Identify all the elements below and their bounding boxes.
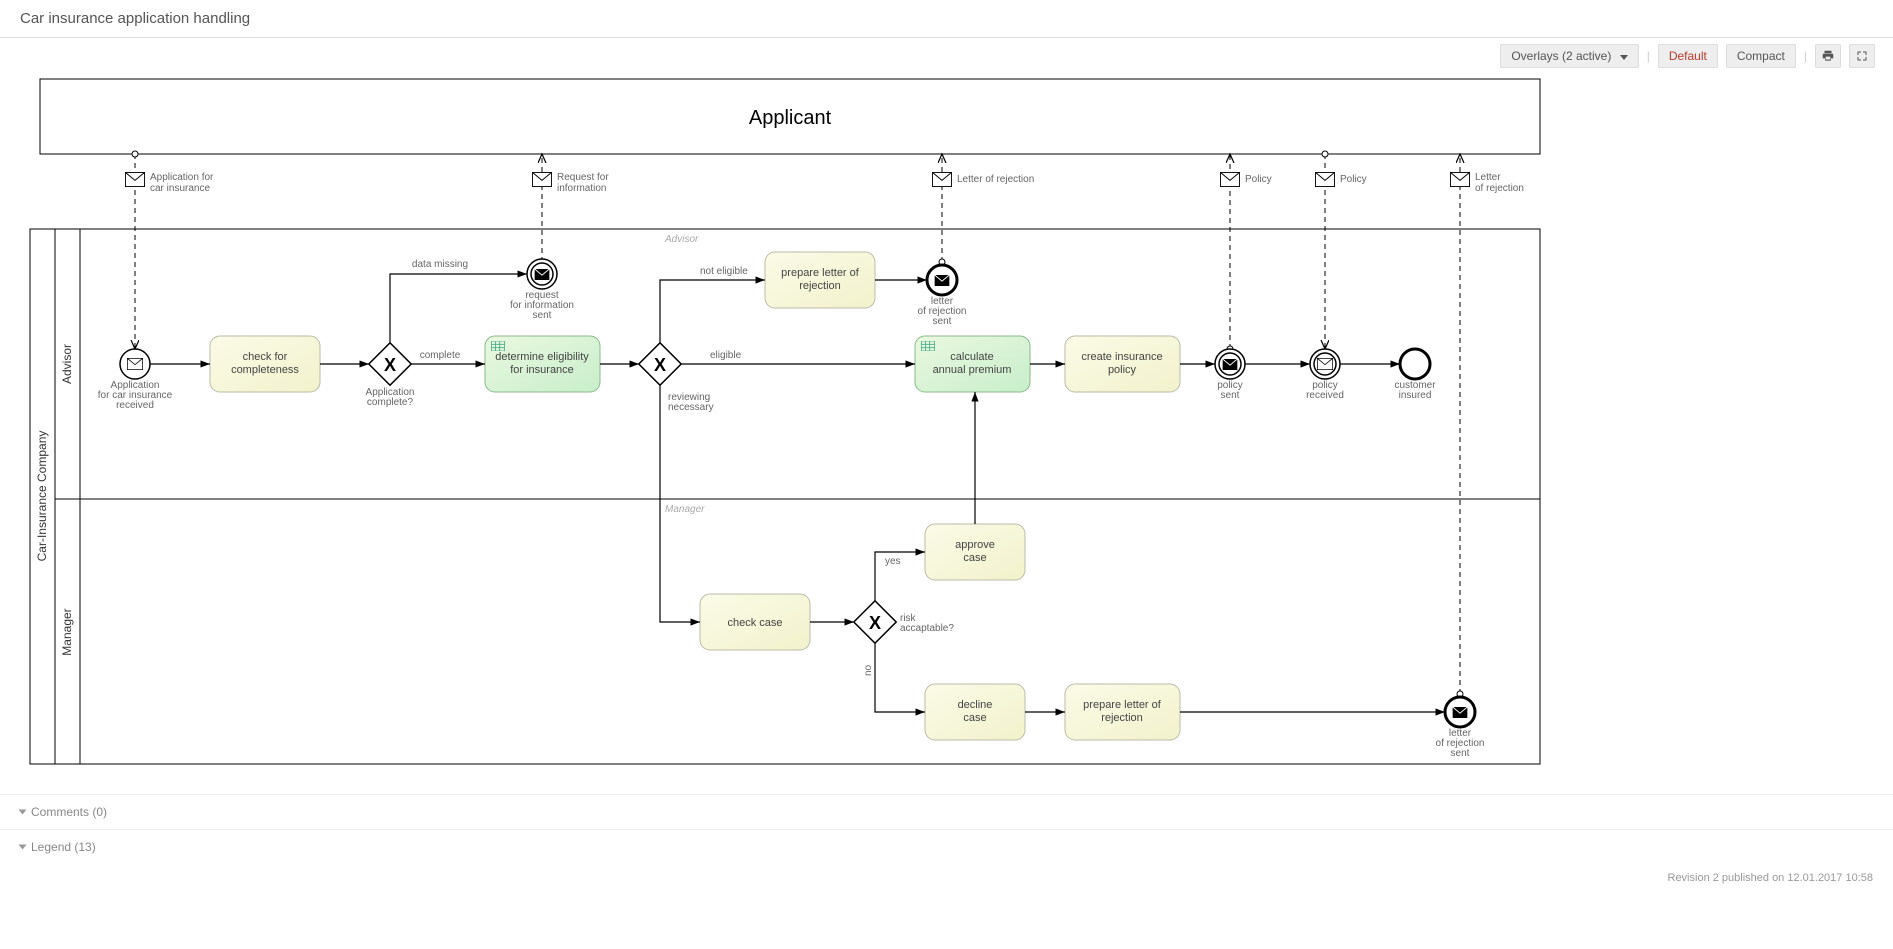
- event-rejection-sent-1[interactable]: [927, 265, 957, 295]
- svg-text:reviewingnecessary: reviewingnecessary: [668, 392, 714, 413]
- svg-text:Applicationfor car insurancere: Applicationfor car insurancereceived: [98, 380, 173, 411]
- svg-text:letterof rejectionsent: letterof rejectionsent: [918, 296, 967, 327]
- svg-text:Application forcar insurance: Application forcar insurance: [150, 172, 214, 194]
- svg-text:Applicationcomplete?: Applicationcomplete?: [366, 387, 415, 408]
- svg-text:yes: yes: [885, 556, 901, 567]
- svg-text:riskaccaptable?: riskaccaptable?: [900, 613, 954, 634]
- event-rejection-sent-2[interactable]: [1445, 697, 1475, 727]
- lane-manager-label: Manager: [60, 608, 74, 655]
- comments-section-toggle[interactable]: Comments (0): [0, 794, 1893, 829]
- gateway-application-complete[interactable]: X: [369, 343, 411, 385]
- bpmn-diagram[interactable]: Applicant Car-Insurance Company Advisor …: [20, 74, 1560, 794]
- svg-text:not eligible: not eligible: [700, 266, 748, 277]
- separator: |: [1647, 49, 1650, 63]
- pool-company[interactable]: [30, 229, 1540, 764]
- svg-text:letterof rejectionsent: letterof rejectionsent: [1436, 728, 1485, 759]
- chevron-down-icon: [1620, 55, 1628, 60]
- separator: |: [1804, 49, 1807, 63]
- svg-text:customerinsured: customerinsured: [1394, 380, 1436, 401]
- gateway-risk-acceptable[interactable]: X: [854, 601, 896, 643]
- event-policy-sent[interactable]: [1215, 349, 1245, 379]
- view-compact-button[interactable]: Compact: [1726, 44, 1796, 68]
- svg-text:policyreceived: policyreceived: [1306, 380, 1344, 401]
- svg-text:Letterof rejection: Letterof rejection: [1475, 172, 1524, 194]
- svg-text:X: X: [869, 613, 881, 633]
- svg-text:check case: check case: [727, 617, 782, 629]
- revision-info: Revision 2 published on 12.01.2017 10:58: [0, 864, 1893, 900]
- gateway-eligibility[interactable]: X: [639, 343, 681, 385]
- legend-label: Legend (13): [31, 840, 96, 854]
- manager-hint: Manager: [665, 504, 705, 515]
- svg-text:Policy: Policy: [1245, 174, 1272, 185]
- toolbar: Overlays (2 active) | Default Compact |: [0, 38, 1893, 74]
- svg-text:no: no: [863, 664, 874, 676]
- pool-company-label: Car-Insurance Company: [35, 431, 49, 562]
- chevron-down-icon: [19, 810, 27, 815]
- svg-text:X: X: [384, 355, 396, 375]
- pool-applicant-label: Applicant: [749, 107, 832, 129]
- page-title: Car insurance application handling: [0, 0, 1893, 38]
- legend-section-toggle[interactable]: Legend (13): [0, 829, 1893, 864]
- event-policy-received[interactable]: [1310, 349, 1340, 379]
- svg-text:policysent: policysent: [1217, 380, 1243, 401]
- comments-label: Comments (0): [31, 805, 107, 819]
- svg-text:Letter of rejection: Letter of rejection: [957, 174, 1034, 185]
- svg-text:X: X: [654, 355, 666, 375]
- chevron-down-icon: [19, 845, 27, 850]
- svg-text:Request forinformation: Request forinformation: [557, 172, 609, 194]
- svg-text:complete: complete: [420, 350, 461, 361]
- svg-text:Policy: Policy: [1340, 174, 1367, 185]
- lane-advisor-label: Advisor: [60, 344, 74, 384]
- print-icon: [1821, 49, 1835, 63]
- fullscreen-button[interactable]: [1849, 44, 1875, 68]
- overlays-label: Overlays (2 active): [1511, 49, 1611, 63]
- overlays-dropdown[interactable]: Overlays (2 active): [1500, 44, 1638, 68]
- print-button[interactable]: [1815, 44, 1841, 68]
- view-default-button[interactable]: Default: [1658, 44, 1718, 68]
- svg-text:eligible: eligible: [710, 350, 742, 361]
- svg-text:requestfor informationsent: requestfor informationsent: [510, 290, 574, 321]
- message-flows: Application forcar insurance Request for…: [125, 154, 1524, 694]
- svg-text:data missing: data missing: [412, 259, 468, 270]
- end-event-customer-insured[interactable]: [1400, 349, 1430, 379]
- advisor-hint: Advisor: [664, 234, 699, 245]
- event-request-info-sent[interactable]: [527, 259, 557, 289]
- fullscreen-icon: [1856, 50, 1868, 62]
